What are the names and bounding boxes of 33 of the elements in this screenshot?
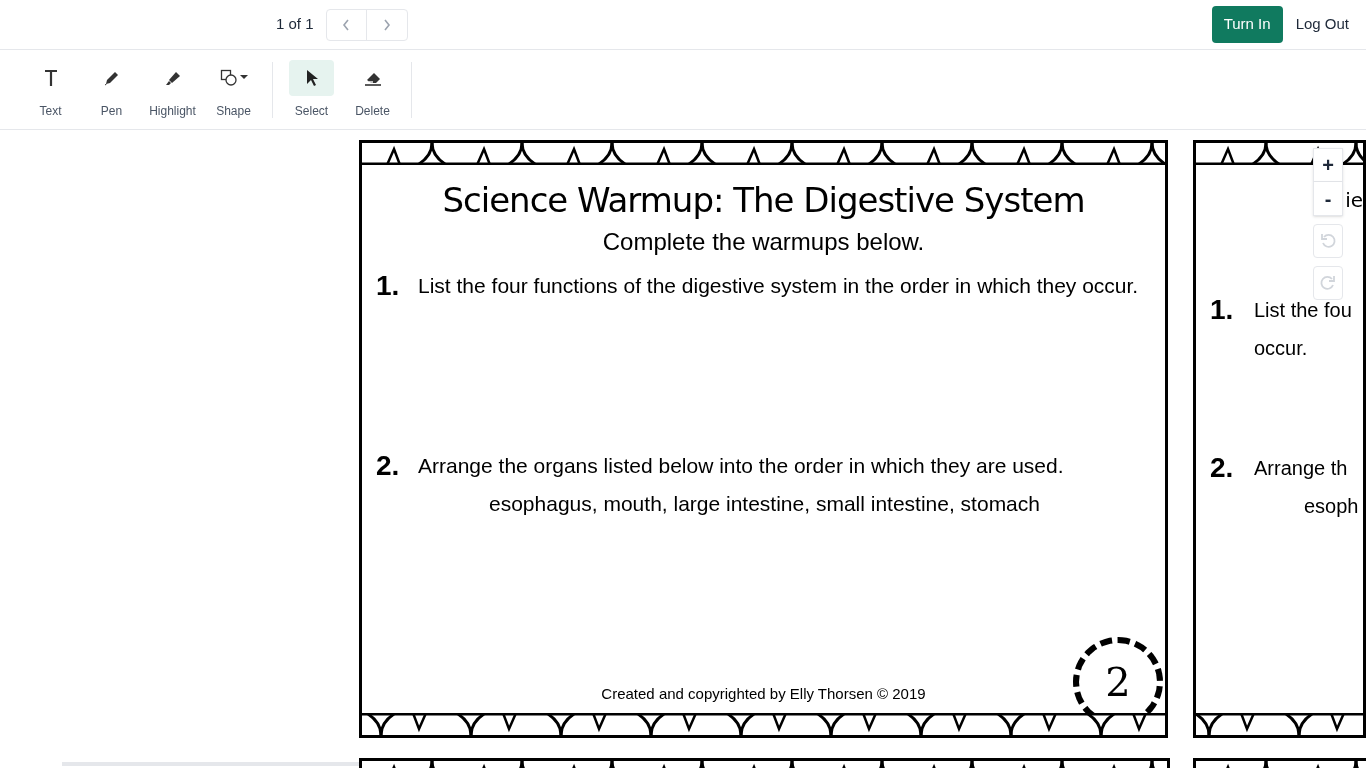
zoom-out-button[interactable]: - — [1313, 182, 1343, 216]
worksheet-title: Science Warmup: The Digestive System — [442, 179, 1085, 222]
zoom-in-button[interactable]: + — [1313, 148, 1343, 182]
turn-in-button[interactable]: Turn In — [1211, 6, 1283, 43]
question-text: List the four functions of the digestive system in the order in which they occur. — [418, 273, 1140, 299]
redo-icon — [1320, 275, 1336, 291]
worksheet-subtitle: Complete the warmups below. — [602, 227, 925, 257]
question-text: Arrange the organs listed below into the order in which they are used. — [418, 453, 1065, 479]
organ-list: esophagus, mouth, large intestine, small intestine, stomach — [418, 485, 1151, 523]
chevron-right-icon — [382, 18, 391, 31]
question-text: Arrange th — [1254, 456, 1349, 481]
question-text: esoph — [1303, 494, 1359, 519]
worksheet-title: ie — [1345, 187, 1363, 214]
question-number: 2. — [376, 449, 401, 483]
log-out-button[interactable]: Log Out — [1290, 6, 1354, 43]
chevron-left-icon — [342, 18, 351, 31]
tool-button[interactable]: Highlight — [142, 59, 203, 120]
question-number: 1. — [1210, 293, 1235, 327]
question-text: List the fou — [1254, 298, 1352, 323]
highlighter-icon — [164, 69, 181, 86]
question-number: 1. — [376, 269, 401, 303]
page-counter: 1 of 1 — [276, 14, 314, 35]
question-text: occur. — [1254, 336, 1309, 361]
tool-button[interactable]: Delete — [342, 59, 403, 120]
undo-icon — [1320, 233, 1336, 249]
tool-button[interactable]: Pen — [81, 59, 142, 120]
question-number: 2. — [1210, 451, 1235, 485]
pen-icon — [103, 69, 120, 86]
tool-button[interactable]: Text — [20, 59, 81, 120]
shapes-icon — [219, 69, 248, 86]
tool-button[interactable]: Select — [281, 59, 342, 120]
text-icon — [42, 68, 59, 87]
tool-button[interactable]: Shape — [203, 59, 264, 120]
